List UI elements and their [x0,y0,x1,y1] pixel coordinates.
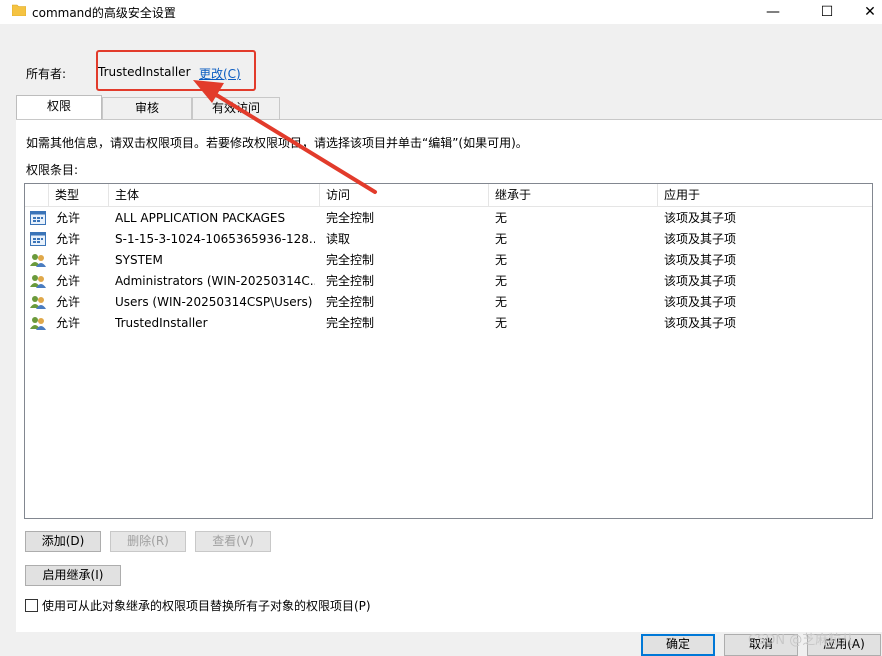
remove-button[interactable]: 删除(R) [110,531,186,552]
cell-inherited-from: 无 [495,253,508,267]
owner-label: 所有者: [26,67,67,81]
column-header-principal[interactable]: 主体 [109,184,320,206]
cell-access: 完全控制 [326,295,375,309]
cell-type: 允许 [56,274,81,288]
info-text: 如需其他信息，请双击权限项目。若要修改权限项目，请选择该项目并单击“编辑”(如果… [26,136,528,150]
cell-principal: ALL APPLICATION PACKAGES [115,211,286,225]
cell-applies-to: 该项及其子项 [664,211,737,225]
cell-access: 完全控制 [326,274,375,288]
tab-audit[interactable]: 审核 [102,97,192,119]
cell-access: 完全控制 [326,253,375,267]
table-row[interactable]: 允许 ALL APPLICATION PACKAGES 完全控制 无 该项及其子项 [25,208,872,229]
icon-column-header [25,184,49,206]
ok-button[interactable]: 确定 [641,634,715,656]
cell-type: 允许 [56,211,81,225]
app-package-icon [30,232,46,246]
cell-type: 允许 [56,232,81,246]
user-group-icon [30,317,46,330]
permission-entries-label: 权限条目: [26,163,79,177]
table-row[interactable]: 允许 Users (WIN-20250314CSP\Users) 完全控制 无 该项及其… [25,292,872,313]
close-button[interactable]: ✕ [858,0,882,24]
cell-principal: S-1-15-3-1024-1065365936-128... [115,232,315,246]
tab-effective-access[interactable]: 有效访问 [192,97,280,119]
replace-child-permissions-label: 使用可从此对象继承的权限项目替换所有子对象的权限项目(P) [42,599,371,613]
cell-type: 允许 [56,253,81,267]
column-header-applies-to[interactable]: 应用于 [658,184,872,206]
cell-principal: TrustedInstaller [115,316,208,330]
cell-principal: Users (WIN-20250314CSP\Users) [115,295,313,309]
cell-inherited-from: 无 [495,295,508,309]
list-header: 类型 主体 访问 继承于 应用于 [25,184,872,207]
app-package-icon [30,211,46,225]
window-title: command的高级安全设置 [32,6,176,20]
permission-list[interactable]: 类型 主体 访问 继承于 应用于 允许 ALL APPLICATION PACKA… [24,183,873,519]
title-bar: command的高级安全设置 — ☐ ✕ [0,0,882,24]
cell-applies-to: 该项及其子项 [664,253,737,267]
cell-applies-to: 该项及其子项 [664,274,737,288]
add-button[interactable]: 添加(D) [25,531,101,552]
cell-applies-to: 该项及其子项 [664,232,737,246]
folder-icon [12,4,26,16]
column-header-inherited-from[interactable]: 继承于 [489,184,658,206]
cell-inherited-from: 无 [495,316,508,330]
cell-principal: Administrators (WIN-20250314C... [115,274,315,288]
tab-permissions[interactable]: 权限 [16,95,102,119]
cell-inherited-from: 无 [495,274,508,288]
minimize-button[interactable]: — [750,0,796,24]
column-header-access[interactable]: 访问 [320,184,489,206]
view-button[interactable]: 查看(V) [195,531,271,552]
table-row[interactable]: 允许 SYSTEM 完全控制 无 该项及其子项 [25,250,872,271]
user-group-icon [30,296,46,309]
enable-inheritance-button[interactable]: 启用继承(I) [25,565,121,586]
cell-type: 允许 [56,295,81,309]
cell-access: 完全控制 [326,211,375,225]
cell-access: 读取 [326,232,351,246]
cell-type: 允许 [56,316,81,330]
cell-applies-to: 该项及其子项 [664,316,737,330]
cell-applies-to: 该项及其子项 [664,295,737,309]
replace-child-permissions-checkbox[interactable] [25,599,38,612]
table-row[interactable]: 允许 S-1-15-3-1024-1065365936-128... 读取 无 该项及其… [25,229,872,250]
annotation-highlight-box [96,50,256,91]
cell-principal: SYSTEM [115,253,163,267]
cell-inherited-from: 无 [495,232,508,246]
user-group-icon [30,254,46,267]
maximize-button[interactable]: ☐ [804,0,850,24]
cell-inherited-from: 无 [495,211,508,225]
cell-access: 完全控制 [326,316,375,330]
user-group-icon [30,275,46,288]
column-header-type[interactable]: 类型 [49,184,109,206]
watermark-text: CSDN @芝麻粒儿 [748,633,855,648]
table-row[interactable]: 允许 Administrators (WIN-20250314C... 完全控制 无 该… [25,271,872,292]
table-row[interactable]: 允许 TrustedInstaller 完全控制 无 该项及其子项 [25,313,872,334]
